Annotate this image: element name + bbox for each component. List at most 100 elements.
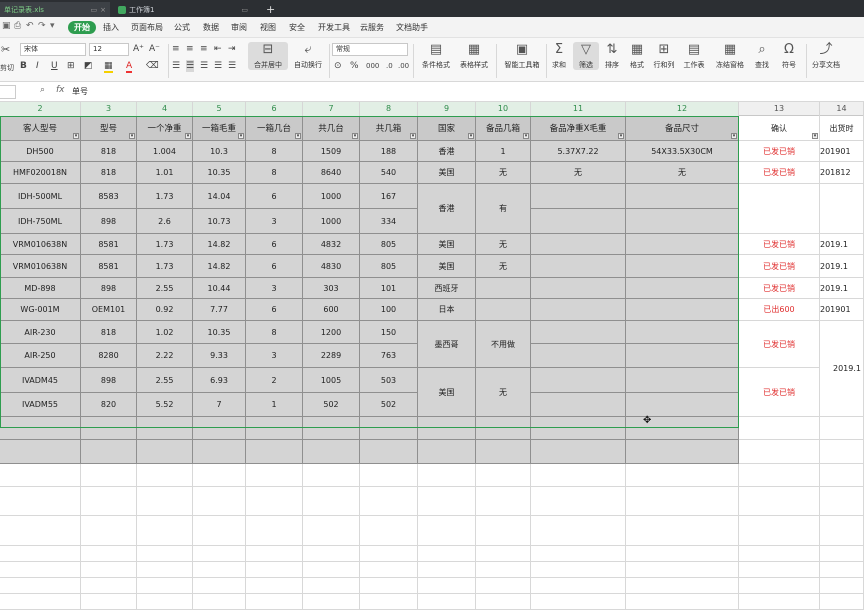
worksheet-button[interactable]: ▤ 工作表 [678,42,710,70]
table-cell[interactable]: 303 [303,278,360,299]
rows-cols-button[interactable]: ⊞ 行和列 [649,42,679,70]
outdent-icon[interactable]: ⇥ [228,43,236,55]
filter-button[interactable]: ▽ 筛选 [573,42,599,70]
table-cell[interactable] [531,234,626,255]
table-cell[interactable] [531,299,626,321]
empty-cell[interactable] [360,546,418,562]
table-cell[interactable]: 已发已销 [739,278,820,299]
table-cell[interactable]: 1000 [303,209,360,234]
empty-cell[interactable] [137,440,193,464]
empty-cell[interactable] [137,464,193,487]
table-cell[interactable]: 5.52 [137,393,193,417]
empty-cell[interactable] [360,417,418,440]
table-cell[interactable]: 日本 [418,299,476,321]
table-cell[interactable] [626,278,739,299]
empty-cell[interactable] [0,464,81,487]
menu-view[interactable]: 视图 [260,21,276,34]
table-cell[interactable]: 898 [81,209,137,234]
formula-input[interactable]: 单号 [72,86,88,97]
table-header-cell[interactable]: 一个净重 ▾ [137,116,193,141]
tab-pin-icon[interactable]: ▭ [91,6,98,14]
table-cell[interactable]: 无 [476,255,531,278]
table-header-cell[interactable]: 国家 ▾ [418,116,476,141]
empty-cell[interactable] [476,464,531,487]
table-header-cell[interactable]: 出货时 [820,116,864,141]
new-tab-button[interactable]: + [262,2,279,17]
currency-icon[interactable]: ⊙ [334,60,342,72]
empty-cell[interactable] [739,487,820,516]
table-cell[interactable]: MD-898 [0,278,81,299]
table-cell[interactable]: 502 [303,393,360,417]
empty-cell[interactable] [360,578,418,594]
table-cell[interactable] [531,368,626,393]
empty-cell[interactable] [0,594,81,610]
align-left-icon[interactable]: ☰ [172,60,180,72]
empty-cell[interactable] [0,417,81,440]
menu-home[interactable]: 开始 [68,21,96,34]
menu-insert[interactable]: 插入 [103,21,119,34]
empty-cell[interactable] [476,594,531,610]
empty-cell[interactable] [739,578,820,594]
column-header[interactable]: 14 [820,102,864,116]
empty-cell[interactable] [418,578,476,594]
save-icon[interactable]: ▣ [2,21,11,31]
empty-cell[interactable] [739,440,820,464]
sum-button[interactable]: Σ 求和 [546,42,572,70]
table-style-button[interactable]: ▦ 表格样式 [454,42,494,70]
table-header-cell[interactable]: 一箱毛重 ▾ [193,116,246,141]
empty-cell[interactable] [531,578,626,594]
filter-dropdown-icon[interactable]: ▾ [238,133,244,139]
table-cell[interactable]: 美国 [418,255,476,278]
merged-cell[interactable] [739,184,820,234]
table-cell[interactable]: 美国 [418,234,476,255]
table-cell[interactable]: 8583 [81,184,137,209]
empty-cell[interactable] [476,487,531,516]
zoom-icon[interactable]: ⌕ [40,85,45,95]
empty-cell[interactable] [531,546,626,562]
table-cell[interactable] [626,209,739,234]
column-header[interactable]: 10 [476,102,531,116]
table-cell[interactable]: 8581 [81,255,137,278]
table-cell[interactable]: 10.35 [193,162,246,184]
filter-dropdown-icon[interactable]: ▾ [352,133,358,139]
empty-cell[interactable] [246,594,303,610]
empty-cell[interactable] [303,440,360,464]
empty-cell[interactable] [137,562,193,578]
filter-dropdown-icon[interactable]: ▾ [731,133,737,139]
column-header[interactable]: 9 [418,102,476,116]
sort-button[interactable]: ⇅ 排序 [599,42,625,70]
merge-center-button[interactable]: ⊟ 合并居中 [248,42,288,70]
table-cell[interactable]: HMF020018N [0,162,81,184]
wrap-text-button[interactable]: ⤶ 自动换行 [288,42,328,70]
empty-cell[interactable] [0,440,81,464]
menu-review[interactable]: 审阅 [231,21,247,34]
column-header[interactable]: 11 [531,102,626,116]
table-cell[interactable]: 898 [81,368,137,393]
table-cell[interactable]: 2019.1 [820,255,864,278]
fill-color-button[interactable]: ▦ [104,60,113,73]
column-header[interactable]: 4 [137,102,193,116]
filter-dropdown-icon[interactable]: ▾ [410,133,416,139]
table-cell[interactable]: IDH-750ML [0,209,81,234]
empty-cell[interactable] [626,487,739,516]
empty-cell[interactable] [360,516,418,546]
empty-cell[interactable] [820,487,864,516]
merged-cell[interactable]: 香港 [418,184,476,234]
table-cell[interactable]: 1.73 [137,255,193,278]
empty-cell[interactable] [739,516,820,546]
empty-cell[interactable] [303,546,360,562]
table-cell[interactable]: 2019.1 [820,278,864,299]
empty-cell[interactable] [246,516,303,546]
filter-dropdown-icon[interactable]: ▾ [523,133,529,139]
column-header[interactable]: 3 [81,102,137,116]
empty-cell[interactable] [418,546,476,562]
empty-cell[interactable] [820,516,864,546]
empty-cell[interactable] [303,464,360,487]
table-cell[interactable]: 818 [81,141,137,162]
merged-cell[interactable]: 2019.1 [820,321,864,417]
empty-cell[interactable] [626,562,739,578]
empty-cell[interactable] [360,464,418,487]
table-cell[interactable]: 1200 [303,321,360,344]
empty-cell[interactable] [137,487,193,516]
table-cell[interactable]: 7.77 [193,299,246,321]
